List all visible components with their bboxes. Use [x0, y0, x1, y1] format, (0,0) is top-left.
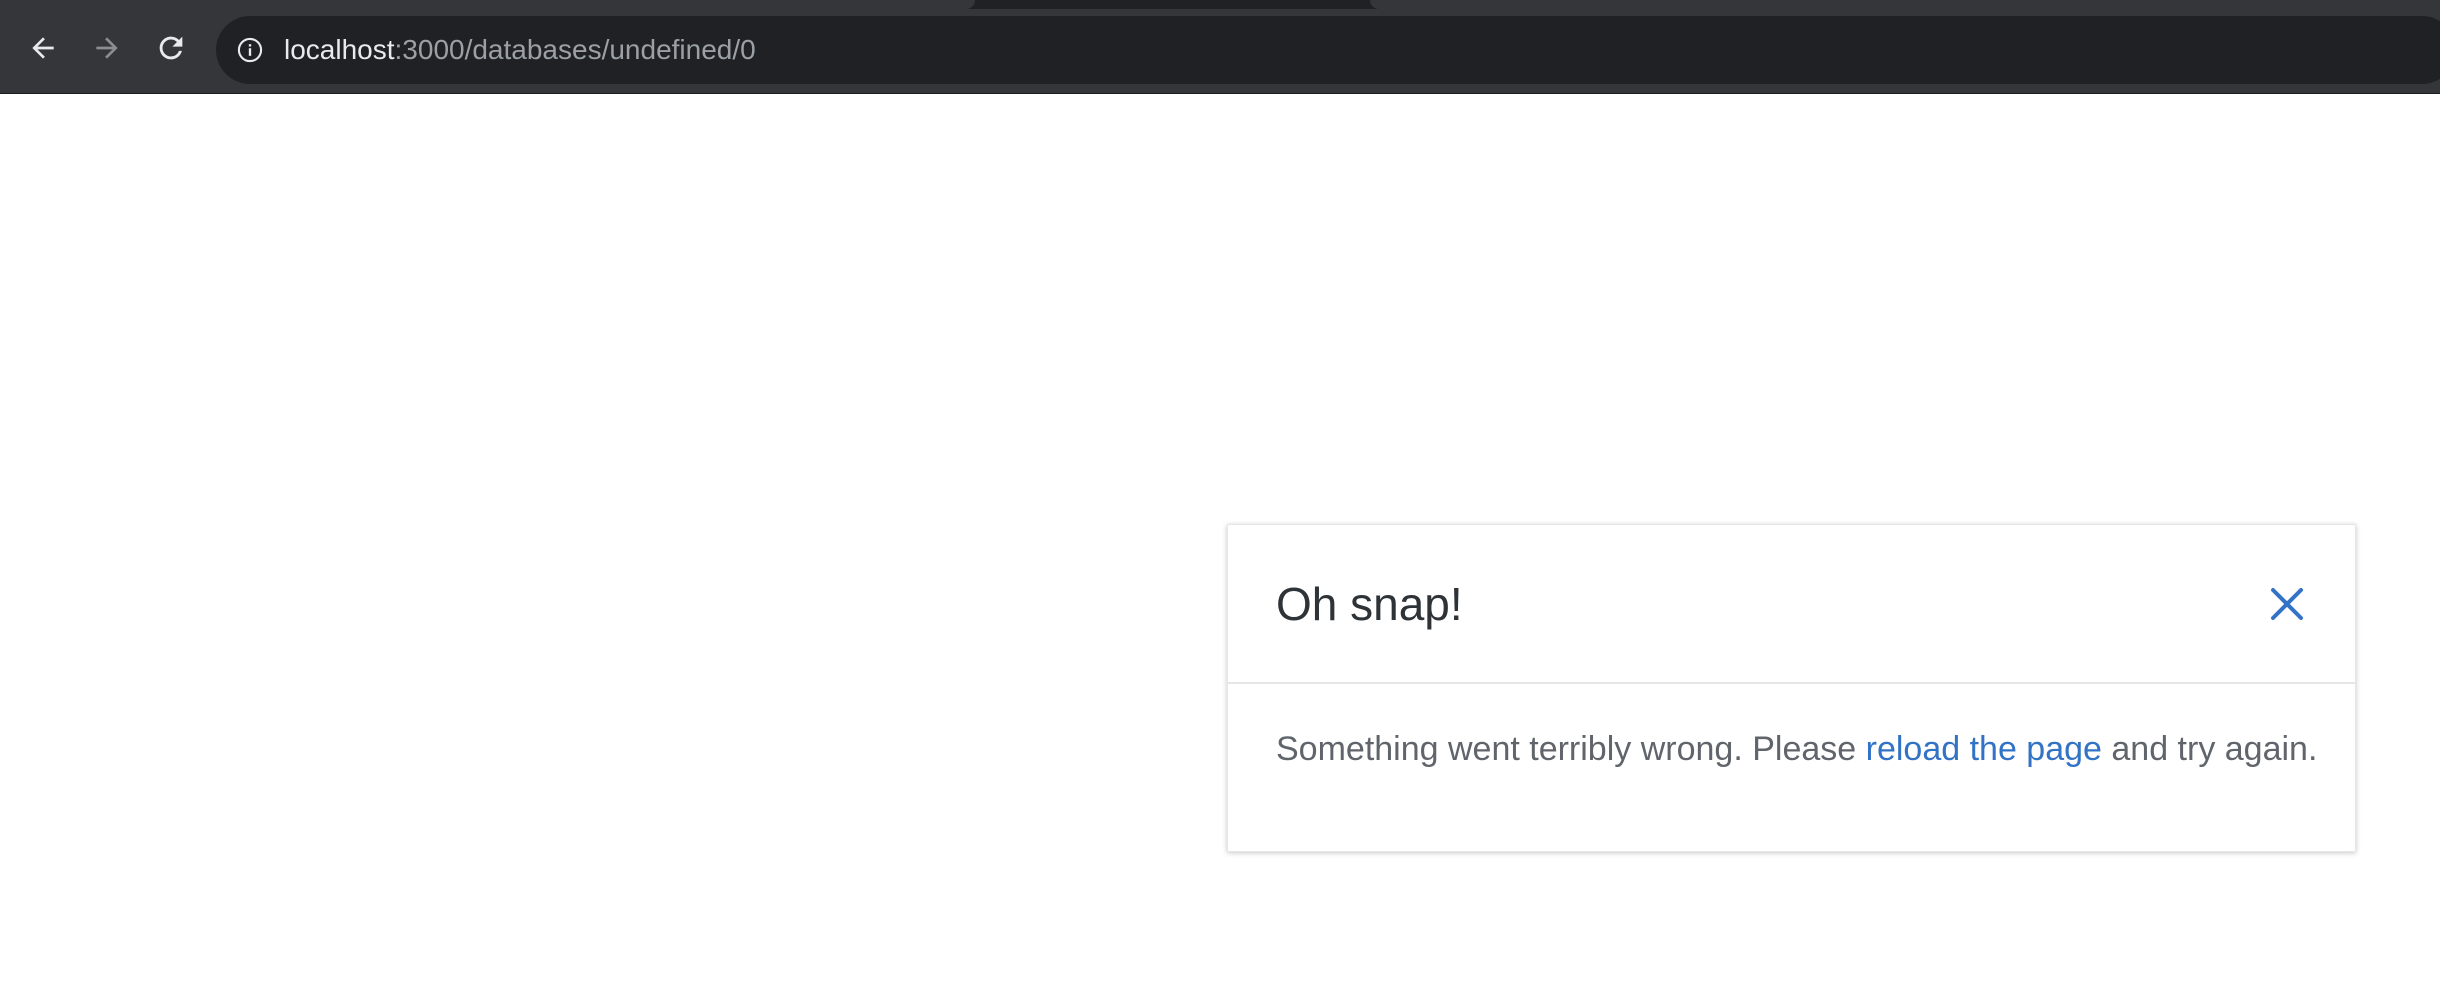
arrow-left-icon [32, 37, 54, 59]
url-host: localhost [284, 34, 395, 65]
toast-message: Something went terribly wrong. Please re… [1276, 727, 2317, 771]
reload-icon [159, 36, 183, 60]
tab-inactive[interactable] [1370, 0, 2440, 9]
reload-button[interactable] [151, 28, 191, 68]
forward-button[interactable] [87, 28, 127, 68]
browser-chrome: localhost:3000/databases/undefined/0 [0, 0, 2440, 94]
url-text[interactable]: localhost:3000/databases/undefined/0 [284, 33, 756, 67]
close-icon [2271, 588, 2303, 620]
toast-title: Oh snap! [1276, 578, 1463, 630]
info-icon[interactable] [236, 36, 264, 64]
message-text-after: and try again. [2101, 730, 2318, 768]
back-button[interactable] [23, 28, 63, 68]
error-toast: Oh snap! Something went terribly wrong. … [1227, 524, 2356, 852]
reload-page-link[interactable]: reload the page [1866, 730, 2102, 768]
url-path: :3000/databases/undefined/0 [394, 34, 756, 65]
arrow-right-icon [96, 37, 118, 59]
close-button[interactable] [2264, 581, 2310, 627]
tab-strip [0, 0, 2440, 9]
address-bar[interactable]: localhost:3000/databases/undefined/0 [216, 16, 2440, 84]
message-text-before: Something went terribly wrong. Please [1276, 730, 1866, 768]
tab-active[interactable] [0, 0, 975, 9]
toast-header: Oh snap! [1228, 525, 2355, 684]
